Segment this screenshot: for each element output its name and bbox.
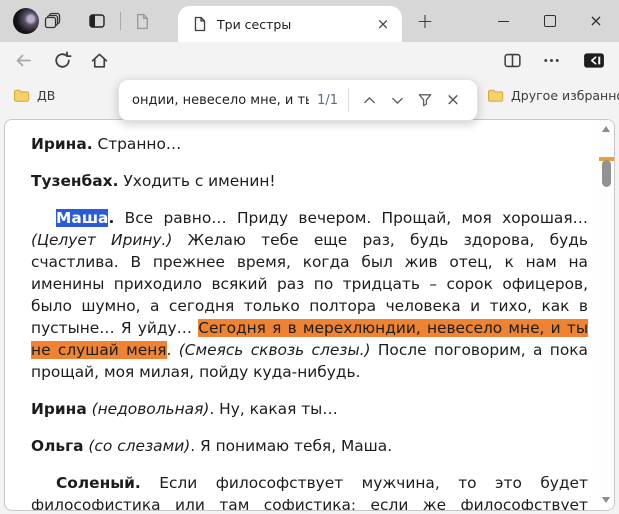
tabstrip-divider bbox=[120, 12, 121, 30]
tab-close-icon[interactable]: × bbox=[374, 15, 392, 33]
maximize-icon bbox=[544, 15, 556, 27]
bookmark-folder-left[interactable]: ДВ bbox=[13, 85, 55, 105]
folder-icon bbox=[14, 89, 30, 102]
refresh-button[interactable] bbox=[51, 49, 73, 71]
tab-title: Три сестры bbox=[217, 16, 292, 32]
paragraph-olga: Ольга (со слезами). Я понимаю тебя, Маша… bbox=[31, 437, 393, 455]
tab-strip: Три сестры × + × bbox=[0, 0, 619, 42]
find-filter-button[interactable] bbox=[411, 86, 439, 114]
scroll-down-arrow[interactable] bbox=[602, 497, 610, 503]
profile-sphere-icon[interactable] bbox=[13, 8, 39, 34]
paragraph-masha: Маша. Все равно… Приду вечером. Прощай, … bbox=[31, 209, 589, 381]
folder-icon bbox=[488, 89, 504, 102]
scrollbar[interactable] bbox=[599, 120, 614, 510]
bookmark-folder-other[interactable]: Другое избранное bbox=[487, 85, 619, 105]
paragraph-irina-1: Ирина. Странно… bbox=[31, 135, 182, 153]
tab-groups-icon[interactable] bbox=[44, 12, 62, 30]
find-match-count: 1/1 bbox=[317, 92, 338, 108]
active-tab[interactable]: Три сестры × bbox=[178, 6, 402, 42]
home-button[interactable] bbox=[88, 49, 110, 71]
navigation-toolbar: Файл C:/Users/cslam/Webst… ☆ bbox=[0, 42, 619, 116]
bookmark-folder-other-label: Другое избранное bbox=[511, 87, 619, 103]
find-query-input[interactable]: ондии, невесело мне, и ты не слушай меня bbox=[132, 93, 309, 108]
window-maximize-button[interactable] bbox=[532, 0, 568, 42]
bookmark-folder-left-label: ДВ bbox=[37, 87, 56, 103]
window-minimize-button[interactable] bbox=[485, 0, 521, 42]
split-screen-button[interactable] bbox=[501, 49, 523, 71]
paragraph-tuzenbakh: Тузенбах. Уходить с именин! bbox=[31, 172, 276, 190]
page-content: Ирина. Странно… Тузенбах. Уходить с имен… bbox=[4, 119, 615, 511]
ghost-page-icon[interactable] bbox=[134, 13, 152, 31]
tab-favicon-page-icon bbox=[192, 16, 208, 32]
document-text: Ирина. Странно… Тузенбах. Уходить с имен… bbox=[31, 133, 589, 511]
find-divider bbox=[348, 88, 349, 112]
vertical-tabs-icon[interactable] bbox=[88, 12, 106, 30]
browser-window: Три сестры × + × ДВ Другое избранн ондии… bbox=[0, 0, 619, 514]
find-next-button[interactable] bbox=[383, 86, 411, 114]
find-previous-button[interactable] bbox=[355, 86, 383, 114]
find-in-page-bar: ондии, невесело мне, и ты не слушай меня… bbox=[118, 79, 478, 121]
settings-more-button[interactable] bbox=[540, 49, 562, 71]
find-close-button[interactable]: × bbox=[439, 86, 467, 114]
paragraph-irina-2: Ирина (недовольная). Ну, какая ты… bbox=[31, 400, 338, 418]
funnel-icon bbox=[418, 94, 432, 107]
minimize-icon bbox=[497, 20, 509, 22]
paragraph-soleny: Соленый. Если философствует мужчина, то … bbox=[31, 474, 588, 511]
chevron-up-icon bbox=[363, 96, 375, 103]
window-close-button[interactable]: × bbox=[578, 0, 614, 42]
scroll-up-arrow[interactable] bbox=[602, 126, 610, 132]
back-button[interactable] bbox=[12, 49, 34, 71]
sidebar-toggle-icon[interactable] bbox=[581, 49, 607, 71]
new-tab-button[interactable]: + bbox=[410, 9, 440, 33]
scrollbar-thumb[interactable] bbox=[602, 160, 611, 187]
window-close-icon: × bbox=[589, 11, 603, 30]
chevron-down-icon bbox=[391, 97, 403, 104]
